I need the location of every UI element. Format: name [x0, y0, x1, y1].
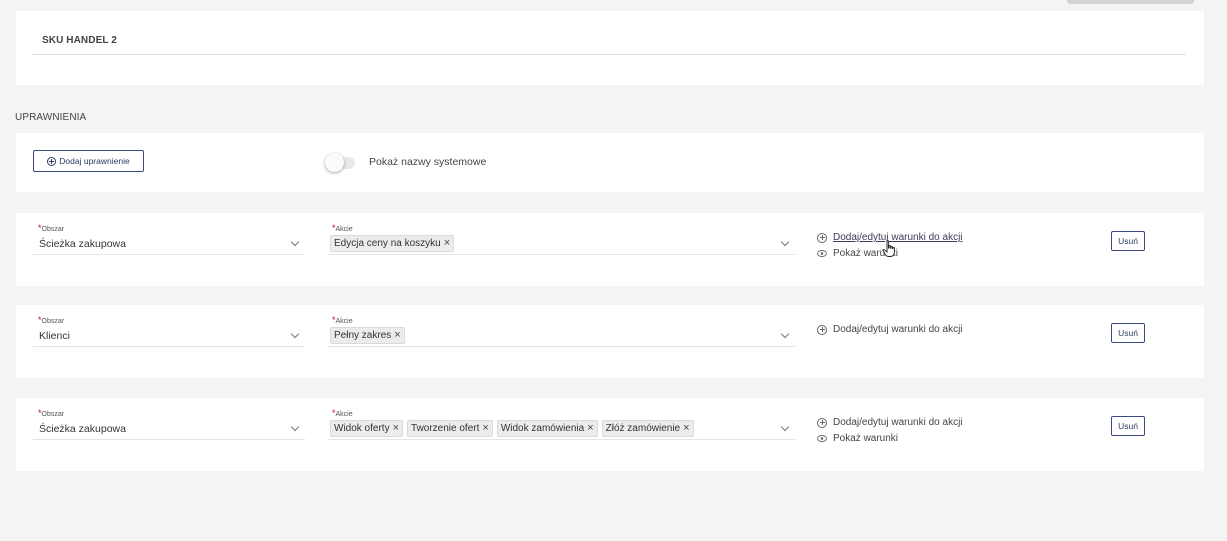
- plus-circle-icon: [817, 417, 827, 428]
- actions-select[interactable]: Widok oferty × Tworzenie ofert × Widok zam…: [328, 416, 795, 440]
- chevron-down-icon: [780, 237, 790, 247]
- eye-icon: [817, 435, 827, 442]
- remove-chip-icon[interactable]: ×: [482, 421, 488, 436]
- edit-conditions-link[interactable]: Dodaj/edytuj warunki do akcji: [817, 324, 963, 335]
- chevron-down-icon: [290, 422, 300, 432]
- actions-select[interactable]: Pełny zakres ×: [328, 323, 795, 347]
- hand-cursor-icon: [882, 240, 895, 257]
- remove-chip-icon[interactable]: ×: [394, 328, 400, 343]
- action-chip: Pełny zakres ×: [330, 327, 405, 344]
- chevron-down-icon: [290, 237, 300, 247]
- add-permission-label: Dodaj uprawnienie: [59, 156, 130, 166]
- action-chip: Tworzenie ofert ×: [407, 420, 493, 437]
- sku-title: SKU HANDEL 2: [42, 35, 117, 46]
- actions-select[interactable]: Edycja ceny na koszyku ×: [328, 231, 795, 255]
- remove-chip-icon[interactable]: ×: [444, 236, 450, 251]
- remove-chip-icon[interactable]: ×: [683, 421, 689, 436]
- chevron-down-icon: [780, 422, 790, 432]
- edit-conditions-link[interactable]: Dodaj/edytuj warunki do akcji: [817, 417, 963, 428]
- permissions-toolbar: Dodaj uprawnienie Pokaż nazwy systemowe: [16, 133, 1204, 192]
- chevron-down-icon: [290, 329, 300, 339]
- action-chip: Edycja ceny na koszyku ×: [330, 235, 455, 252]
- area-select[interactable]: Ścieżka zakupowa: [33, 416, 305, 440]
- action-chip: Złóż zamówienie ×: [601, 420, 694, 437]
- permission-row: *Obszar Ścieżka zakupowa *Akcje Edycja c…: [16, 213, 1204, 286]
- permission-row: *Obszar Klienci *Akcje Pełny zakres × Dod…: [16, 305, 1204, 378]
- add-permission-button[interactable]: Dodaj uprawnienie: [33, 150, 144, 172]
- remove-button[interactable]: Usuń: [1111, 416, 1145, 436]
- area-select[interactable]: Ścieżka zakupowa: [33, 231, 305, 255]
- show-conditions-link[interactable]: Pokaż warunki: [817, 433, 898, 444]
- remove-button[interactable]: Usuń: [1111, 323, 1145, 343]
- eye-icon: [817, 250, 827, 257]
- remove-chip-icon[interactable]: ×: [587, 421, 593, 436]
- remove-button[interactable]: Usuń: [1111, 231, 1145, 251]
- area-select[interactable]: Klienci: [33, 323, 305, 347]
- sku-card: SKU HANDEL 2: [16, 11, 1204, 85]
- action-chip: Widok oferty ×: [330, 420, 404, 437]
- permissions-section-title: UPRAWNIENIA: [15, 112, 87, 123]
- show-system-names-toggle[interactable]: [325, 152, 357, 172]
- show-system-names-label: Pokaż nazwy systemowe: [369, 156, 487, 168]
- divider: [32, 54, 1186, 55]
- chevron-down-icon: [780, 329, 790, 339]
- top-action-button[interactable]: [1067, 0, 1194, 4]
- area-select-value: Ścieżka zakupowa: [39, 238, 126, 250]
- area-select-value: Ścieżka zakupowa: [39, 423, 126, 435]
- plus-circle-icon: [817, 324, 827, 335]
- action-chip: Widok zamówienia ×: [496, 420, 598, 437]
- plus-circle-icon: [47, 156, 57, 166]
- area-select-value: Klienci: [39, 330, 70, 342]
- permission-row: *Obszar Ścieżka zakupowa *Akcje Widok of…: [16, 398, 1204, 471]
- plus-circle-icon: [817, 232, 827, 243]
- toggle-knob: [325, 153, 344, 172]
- remove-chip-icon[interactable]: ×: [393, 421, 399, 436]
